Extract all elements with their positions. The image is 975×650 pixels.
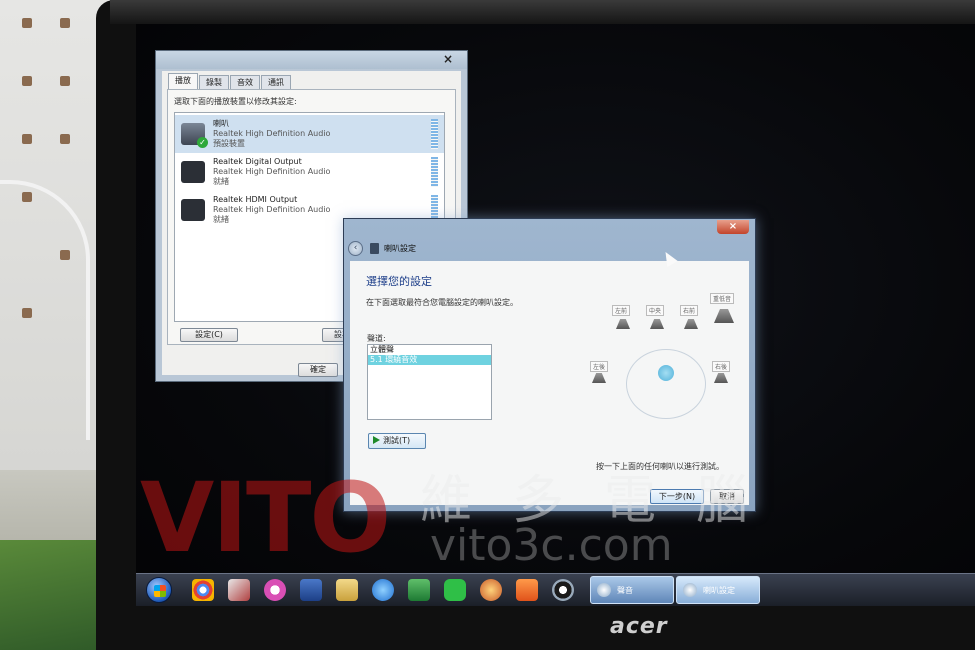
device-status: 就緒 (213, 215, 229, 224)
sound-dialog-titlebar[interactable]: × (156, 51, 467, 69)
listener-icon (658, 365, 674, 381)
test-button[interactable]: 測試(T) (368, 433, 426, 449)
speaker-setup-titlebar[interactable]: × (344, 219, 755, 237)
media-player-icon[interactable] (516, 579, 538, 601)
speaker-label-front-left: 左前 (612, 305, 631, 316)
device-item[interactable]: Realtek Digital Output Realtek High Defi… (175, 153, 444, 191)
speaker-label-rear-right: 右後 (712, 361, 731, 372)
speaker-label-rear-left: 左後 (590, 361, 609, 372)
sound-tabs: 播放 錄製 音效 通訊 (168, 73, 292, 89)
configure-button[interactable]: 設定(C) (180, 328, 238, 342)
itunes-icon[interactable] (264, 579, 286, 601)
start-button[interactable] (146, 577, 172, 603)
tab-communications[interactable]: 通訊 (261, 75, 291, 89)
channel-option-stereo[interactable]: 立體聲 (368, 345, 491, 355)
default-check-icon: ✓ (197, 137, 208, 148)
sound-task-icon (597, 583, 611, 597)
line-icon[interactable] (444, 579, 466, 601)
level-meter (431, 157, 438, 187)
speaker-label-center: 中央 (646, 305, 665, 316)
tab-playback[interactable]: 播放 (168, 73, 198, 89)
wizard-description: 在下面選取最符合您電腦設定的喇叭設定。 (366, 298, 518, 307)
subwoofer-speaker-icon[interactable] (714, 309, 734, 323)
channel-option-5-1[interactable]: 5.1 環繞音效 (368, 355, 491, 365)
ok-button[interactable]: 確定 (298, 363, 338, 377)
tab-sounds[interactable]: 音效 (230, 75, 260, 89)
taskbar: 聲音 喇叭設定 (136, 573, 975, 606)
device-driver: Realtek High Definition Audio (213, 129, 331, 138)
wizard-title: 喇叭設定 (384, 244, 416, 253)
playback-instruction: 選取下面的播放裝置以修改其設定: (174, 97, 297, 106)
taskbar-task-sound[interactable]: 聲音 (590, 576, 674, 604)
pegboard-hole (60, 134, 70, 144)
back-arrow-icon[interactable]: ‹ (348, 241, 363, 256)
center-speaker-icon[interactable] (650, 319, 664, 329)
monitor-icon (181, 199, 205, 221)
front-left-speaker-icon[interactable] (616, 319, 630, 329)
rear-left-speaker-icon[interactable] (592, 373, 606, 383)
close-icon[interactable]: × (717, 220, 749, 234)
close-icon[interactable]: × (437, 52, 459, 67)
word-icon[interactable] (300, 579, 322, 601)
chrome-icon[interactable] (192, 579, 214, 601)
channels-list[interactable]: 立體聲 5.1 環繞音效 (367, 344, 492, 420)
internet-explorer-icon[interactable] (372, 579, 394, 601)
level-meter (431, 119, 438, 149)
speaker-label-front-right: 右前 (680, 305, 699, 316)
taskbar-task-speaker-setup[interactable]: 喇叭設定 (676, 576, 760, 604)
snipping-tool-icon[interactable] (228, 579, 250, 601)
brand-logo: acer (610, 614, 668, 639)
pegboard-hole (22, 76, 32, 86)
device-name: 喇叭 (213, 119, 229, 128)
taskbar-task-label: 喇叭設定 (703, 586, 735, 595)
device-status: 預設裝置 (213, 139, 245, 148)
tab-recording[interactable]: 錄製 (199, 75, 229, 89)
pegboard-hole (22, 134, 32, 144)
device-driver: Realtek High Definition Audio (213, 205, 331, 214)
channels-label: 聲道: (367, 334, 386, 343)
rear-right-speaker-icon[interactable] (714, 373, 728, 383)
speaker-app-icon (370, 243, 379, 254)
device-name: Realtek HDMI Output (213, 195, 298, 204)
pegboard-hole (60, 76, 70, 86)
device-name: Realtek Digital Output (213, 157, 302, 166)
file-explorer-icon[interactable] (336, 579, 358, 601)
pegboard-hole (22, 18, 32, 28)
watermark-logo: VITO (140, 462, 391, 574)
white-cable (0, 180, 90, 440)
excel-icon[interactable] (408, 579, 430, 601)
speaker-setup-task-icon (683, 583, 697, 597)
windows-logo-icon (154, 585, 166, 597)
device-status: 就緒 (213, 177, 229, 186)
media-center-icon[interactable] (552, 579, 574, 601)
monitor-bezel-top (110, 0, 975, 24)
device-item[interactable]: ✓ 喇叭 Realtek High Definition Audio 預設裝置 (175, 115, 444, 153)
pegboard-hole (60, 18, 70, 28)
sound-field-arc (626, 349, 706, 419)
speaker-label-subwoofer: 重低音 (710, 293, 735, 304)
play-icon (373, 436, 380, 444)
digital-output-icon (181, 161, 205, 183)
app-avatar-icon[interactable] (480, 579, 502, 601)
front-right-speaker-icon[interactable] (684, 319, 698, 329)
speaker-diagram: 左前 中央 右前 重低音 左後 右後 (586, 291, 746, 421)
device-driver: Realtek High Definition Audio (213, 167, 331, 176)
wizard-heading: 選擇您的設定 (366, 275, 432, 288)
test-button-label: 測試(T) (383, 436, 411, 445)
taskbar-task-label: 聲音 (617, 586, 633, 595)
green-mat (0, 540, 110, 650)
watermark-url: vito3c.com (430, 520, 673, 571)
